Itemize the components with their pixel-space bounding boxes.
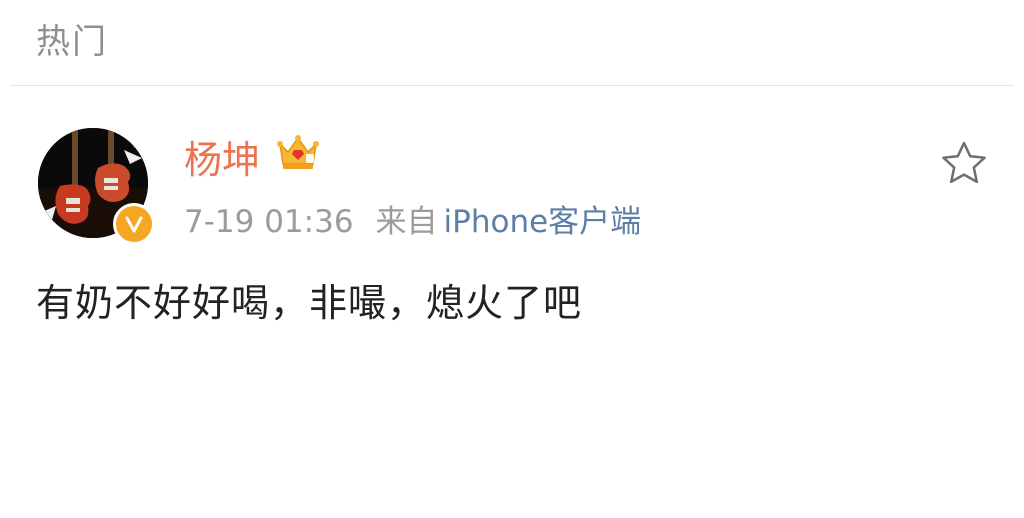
post-meta: 7-19 01:36 来自 iPhone客户端 (184, 196, 641, 241)
source-link[interactable]: iPhone客户端 (444, 204, 642, 240)
section-title: 热门 (36, 22, 108, 62)
post-card[interactable]: 杨坤 7-19 01:36 来自 iPhone客户端 有奶不好好喝，非嘬，熄火了吧 (0, 86, 1024, 518)
source-prefix: 来自 (375, 204, 438, 240)
vip-crown-icon[interactable] (276, 132, 320, 172)
verified-icon (113, 203, 155, 245)
username[interactable]: 杨坤 (184, 129, 260, 184)
post-time: 7-19 01:36 (184, 204, 354, 240)
post-content: 有奶不好好喝，非嘬，熄火了吧 (36, 281, 583, 325)
star-icon[interactable] (940, 140, 988, 186)
